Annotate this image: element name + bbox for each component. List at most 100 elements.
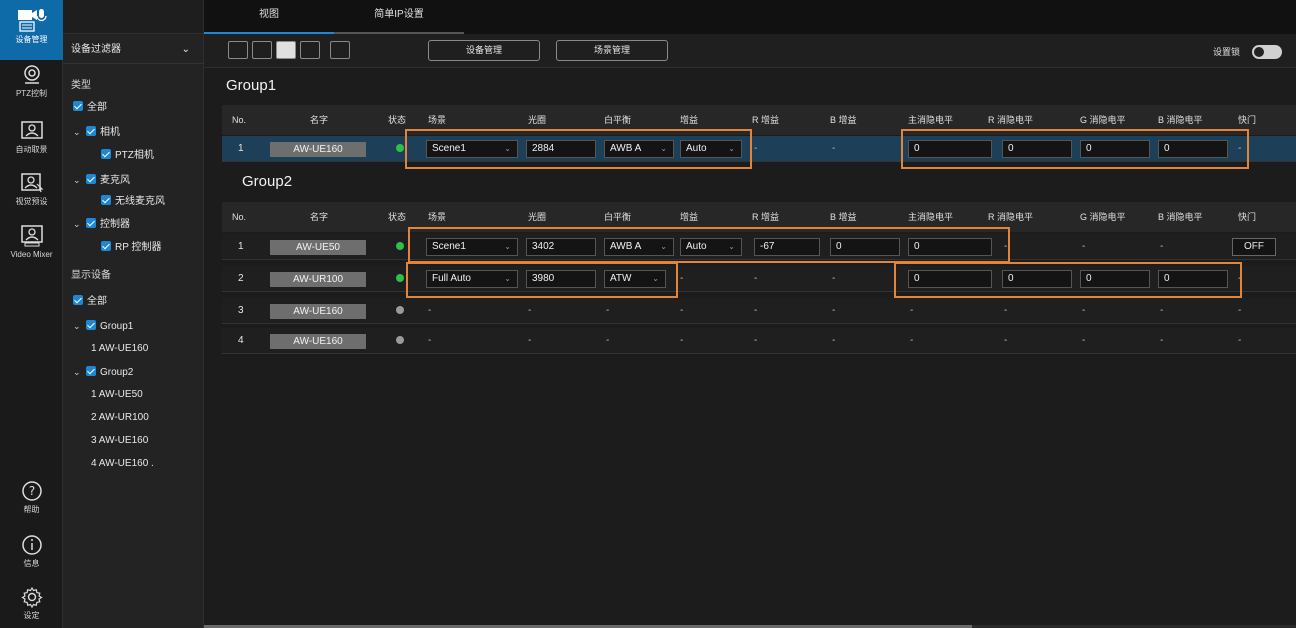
checkbox-label: 1 AW-UE50 xyxy=(91,389,143,400)
chevron-down-icon[interactable]: ⌄ xyxy=(73,362,83,382)
chevron-down-icon: ⌄ xyxy=(504,144,511,153)
table-row[interactable]: 1 AW-UE50 Scene1 ⌄ 3402 AWB A ⌄ Auto ⌄ -67 … xyxy=(222,234,1296,260)
type-rp-controller-checkbox[interactable]: RP 控制器 xyxy=(101,238,162,258)
gain-select[interactable]: Auto ⌄ xyxy=(680,140,742,158)
table-row[interactable]: 4 AW-UE160 - - - - - - - - - - - xyxy=(222,328,1296,354)
type-ptz-camera-checkbox[interactable]: PTZ相机 xyxy=(101,146,154,166)
view-settings-gear-button[interactable] xyxy=(330,41,350,59)
master-pedestal-value: - xyxy=(910,305,914,316)
tab-simple-ip[interactable]: 简单IP设置 xyxy=(334,0,464,34)
wb-value: - xyxy=(606,305,610,316)
col-gain: 增益 xyxy=(680,115,699,125)
master-pedestal-input[interactable]: 0 xyxy=(908,140,992,158)
rail-visual-preset[interactable]: 视觉预设 xyxy=(0,172,63,212)
scene-select[interactable]: Scene1 ⌄ xyxy=(426,140,518,158)
display-g1-device-1[interactable]: 1 AW-UE160 xyxy=(91,339,148,359)
b-pedestal-input[interactable]: 0 xyxy=(1158,140,1228,158)
svg-text:?: ? xyxy=(28,484,34,498)
view-grid-button[interactable] xyxy=(300,41,320,59)
shutter-select[interactable]: OFF xyxy=(1232,238,1276,256)
checkbox-label: Group2 xyxy=(100,367,134,378)
r-pedestal-input[interactable]: 0 xyxy=(1002,270,1072,288)
checkbox-label: 1 AW-UE160 xyxy=(91,343,149,354)
scene-management-button[interactable]: 场景管理 xyxy=(556,40,668,61)
type-all-checkbox[interactable]: 全部 xyxy=(73,98,107,118)
g-pedestal-input[interactable]: 0 xyxy=(1080,140,1150,158)
b-pedestal-input[interactable]: 0 xyxy=(1158,270,1228,288)
device-filter-dropdown[interactable]: 设备过滤器 ⌄ xyxy=(63,36,204,64)
device-name: AW-UR100 xyxy=(270,272,366,287)
iris-input[interactable]: 3402 xyxy=(526,238,596,256)
table-header: No. 名字 状态 场景 光圈 白平衡 增益 R 增益 B 增益 主消隐电平 R… xyxy=(222,105,1296,135)
type-wireless-mic-checkbox[interactable]: 无线麦克风 xyxy=(101,192,165,212)
table-row[interactable]: 3 AW-UE160 - - - - - - - - - - - xyxy=(222,298,1296,324)
select-value: Scene1 xyxy=(432,241,466,252)
chevron-down-icon[interactable]: ⌄ xyxy=(73,316,83,336)
rail-auto-framing[interactable]: 自动取景 xyxy=(0,120,63,160)
b-gain-input[interactable]: 0 xyxy=(830,238,900,256)
scene-select[interactable]: Scene1 ⌄ xyxy=(426,238,518,256)
table-row[interactable]: 2 AW-UR100 Full Auto ⌄ 3980 ATW ⌄ - - - 0 … xyxy=(222,266,1296,292)
shutter-value: - xyxy=(1238,305,1242,316)
col-no: No. xyxy=(232,115,247,125)
master-pedestal-input[interactable]: 0 xyxy=(908,270,992,288)
iris-input[interactable]: 2884 xyxy=(526,140,596,158)
display-g2-device-4[interactable]: 4 AW-UE160 . xyxy=(91,454,154,474)
device-name: AW-UE50 xyxy=(270,240,366,255)
table-row[interactable]: 1 AW-UE160 Scene1 ⌄ 2884 AWB A ⌄ Auto ⌄ - -… xyxy=(222,136,1296,162)
col-status: 状态 xyxy=(388,212,407,222)
rgain-value: - xyxy=(754,143,758,154)
type-camera-checkbox[interactable]: ⌄ 相机 xyxy=(73,122,120,142)
type-controller-checkbox[interactable]: ⌄ 控制器 xyxy=(73,214,130,234)
r-pedestal-input[interactable]: 0 xyxy=(1002,140,1072,158)
scene-value: - xyxy=(428,305,432,316)
type-mic-checkbox[interactable]: ⌄ 麦克风 xyxy=(73,170,130,190)
chevron-down-icon[interactable]: ⌄ xyxy=(73,214,83,234)
checkbox-label: 2 AW-UR100 xyxy=(91,412,149,423)
select-value: AWB A xyxy=(610,143,642,154)
display-g2-device-3[interactable]: 3 AW-UE160 xyxy=(91,431,148,451)
chevron-down-icon[interactable]: ⌄ xyxy=(73,170,83,190)
rail-ptz-control[interactable]: PTZ控制 xyxy=(0,64,63,104)
gain-select[interactable]: Auto ⌄ xyxy=(680,238,742,256)
display-g2-device-1[interactable]: 1 AW-UE50 xyxy=(91,385,143,405)
rail-settings[interactable]: 设定 xyxy=(0,586,63,626)
view-list-1-button[interactable] xyxy=(228,41,248,59)
row-no: 4 xyxy=(238,335,244,346)
checkbox-label: 控制器 xyxy=(100,219,130,230)
r-gain-input[interactable]: -67 xyxy=(754,238,820,256)
sidebar-top-bar xyxy=(63,0,203,34)
iris-input[interactable]: 3980 xyxy=(526,270,596,288)
rgain-value: - xyxy=(754,335,758,346)
master-pedestal-input[interactable]: 0 xyxy=(908,238,992,256)
g-pedestal-input[interactable]: 0 xyxy=(1080,270,1150,288)
gain-value: - xyxy=(680,335,684,346)
scene-select[interactable]: Full Auto ⌄ xyxy=(426,270,518,288)
r-pedestal-value: - xyxy=(1004,241,1008,252)
col-rgain: R 增益 xyxy=(752,212,780,222)
settings-lock-toggle[interactable] xyxy=(1252,45,1282,59)
view-list-2-button[interactable] xyxy=(252,41,272,59)
rail-label: 视觉预设 xyxy=(15,197,48,206)
view-list-3-button[interactable] xyxy=(276,41,296,59)
rail-video-mixer[interactable]: Video Mixer xyxy=(0,224,63,264)
gain-value: - xyxy=(680,273,684,284)
row-no: 3 xyxy=(238,305,244,316)
select-value: Full Auto xyxy=(432,273,471,284)
rail-info[interactable]: 信息 xyxy=(0,534,63,574)
tab-view[interactable]: 视图 xyxy=(204,0,334,34)
white-balance-select[interactable]: AWB A ⌄ xyxy=(604,238,674,256)
display-group1-checkbox[interactable]: ⌄ Group1 xyxy=(73,316,133,336)
select-value: ATW xyxy=(610,273,632,284)
white-balance-select[interactable]: ATW ⌄ xyxy=(604,270,666,288)
gain-value: - xyxy=(680,305,684,316)
display-group2-checkbox[interactable]: ⌄ Group2 xyxy=(73,362,133,382)
device-management-button[interactable]: 设备管理 xyxy=(428,40,540,61)
col-iris: 光圈 xyxy=(528,115,547,125)
rail-help[interactable]: ? 帮助 xyxy=(0,480,63,520)
white-balance-select[interactable]: AWB A ⌄ xyxy=(604,140,674,158)
rail-device-management[interactable]: 设备管理 xyxy=(0,0,63,60)
chevron-down-icon[interactable]: ⌄ xyxy=(73,122,83,142)
display-all-checkbox[interactable]: 全部 xyxy=(73,292,107,312)
display-g2-device-2[interactable]: 2 AW-UR100 xyxy=(91,408,149,428)
